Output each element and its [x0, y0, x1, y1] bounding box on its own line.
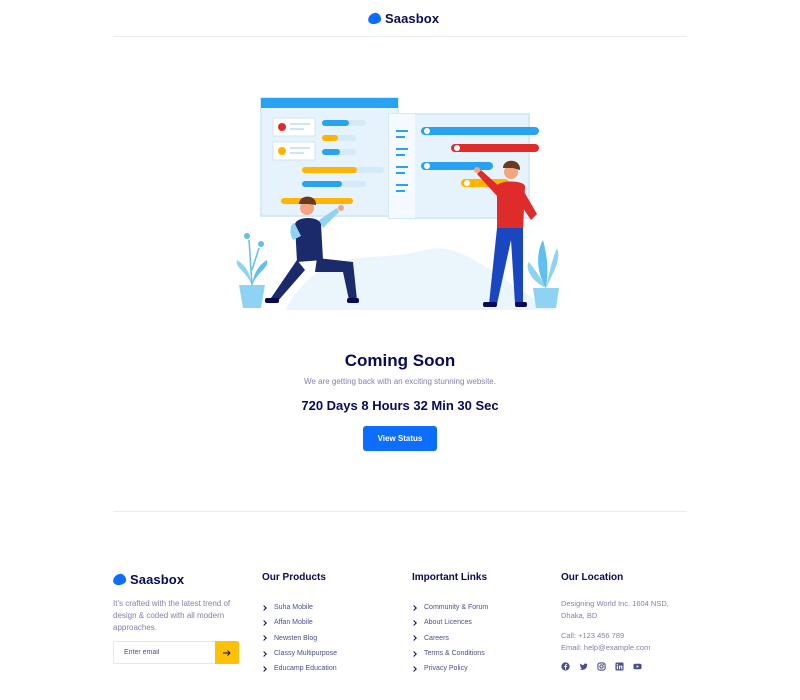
facebook-icon[interactable]: [561, 662, 570, 671]
linkedin-icon[interactable]: [615, 662, 624, 671]
footer-link[interactable]: Community & Forum: [411, 600, 489, 615]
footer-important-links: Important Links Community & Forum About …: [411, 572, 489, 676]
footer-link[interactable]: Newsten Blog: [261, 631, 337, 646]
link-label: Terms & Conditions: [424, 650, 485, 658]
brand-name: Saasbox: [130, 572, 185, 587]
arrow-right-icon: [223, 649, 231, 656]
brand-logo-icon: [112, 572, 127, 587]
email-input[interactable]: [113, 641, 215, 664]
coming-soon-illustration: [236, 97, 559, 310]
site-header: Saasbox: [0, 0, 800, 37]
location-title: Our Location: [561, 572, 624, 583]
social-links: [561, 662, 642, 671]
youtube-icon[interactable]: [633, 662, 642, 671]
newsletter-submit-button[interactable]: [215, 641, 239, 664]
chevron-right-icon: [261, 665, 267, 672]
page-title: Coming Soon: [344, 351, 456, 370]
link-label: Educamp Education: [274, 665, 337, 673]
newsletter-form: [113, 641, 239, 664]
chevron-right-icon: [411, 620, 417, 626]
footer-divider: [113, 511, 687, 512]
chevron-right-icon: [411, 650, 417, 657]
footer-location: Our Location Designing World Inc. 1604 N…: [561, 572, 669, 653]
chevron-right-icon: [411, 665, 417, 672]
chevron-right-icon: [411, 635, 417, 642]
link-label: Community & Forum: [424, 604, 489, 612]
footer-brand[interactable]: Saasbox: [112, 572, 185, 587]
links-title: Important Links: [412, 572, 488, 583]
footer-link[interactable]: Suha Mobile: [261, 600, 337, 615]
link-label: About Licences: [424, 619, 472, 627]
footer-link[interactable]: Terms & Conditions: [411, 646, 488, 661]
brand-logo-icon: [367, 11, 382, 26]
footer-link[interactable]: About Licences: [411, 615, 488, 630]
link-label: Newsten Blog: [274, 634, 318, 642]
header-brand[interactable]: Saasbox: [367, 11, 440, 26]
email-text: Email: help@example.com: [561, 642, 651, 652]
link-label: Classy Multipurpose: [274, 650, 338, 658]
products-title: Our Products: [262, 572, 326, 583]
link-label: Suha Mobile: [274, 604, 313, 612]
footer-link[interactable]: Careers: [411, 631, 488, 646]
chevron-right-icon: [261, 650, 267, 657]
footer-link[interactable]: Classy Multipurpose: [261, 646, 338, 661]
footer-products: Our Products Suha Mobile Affan Mobile Ne…: [261, 572, 338, 676]
link-label: Privacy Policy: [424, 665, 468, 673]
view-status-button[interactable]: View Status: [363, 426, 437, 451]
twitter-icon[interactable]: [579, 662, 588, 671]
phone-text: Call: +123 456 789: [561, 631, 625, 640]
footer-link[interactable]: Affan Mobile: [261, 615, 337, 630]
footer-link[interactable]: Privacy Policy: [411, 661, 488, 676]
products-list: Suha Mobile Affan Mobile Newsten Blog Cl…: [261, 600, 338, 676]
address-line: Designing World Inc. 1604 NSD,: [561, 599, 669, 608]
countdown-timer: 720 Days 8 Hours 32 Min 30 Sec: [301, 398, 499, 413]
footer-link[interactable]: Educamp Education: [261, 661, 337, 676]
link-label: Affan Mobile: [274, 619, 313, 627]
brand-name: Saasbox: [385, 11, 440, 26]
header-divider: [113, 36, 687, 37]
chevron-right-icon: [411, 604, 417, 611]
address-line: Dhaka, BD: [561, 610, 598, 620]
chevron-right-icon: [261, 620, 267, 626]
links-list: Community & Forum About Licences Careers…: [411, 600, 489, 676]
chevron-right-icon: [261, 635, 267, 642]
instagram-icon[interactable]: [597, 662, 606, 671]
link-label: Careers: [424, 634, 449, 642]
chevron-right-icon: [261, 604, 267, 611]
page-subtitle: We are getting back with an exciting stu…: [304, 377, 496, 386]
footer-description: It's crafted with the latest trend of de…: [113, 599, 231, 632]
